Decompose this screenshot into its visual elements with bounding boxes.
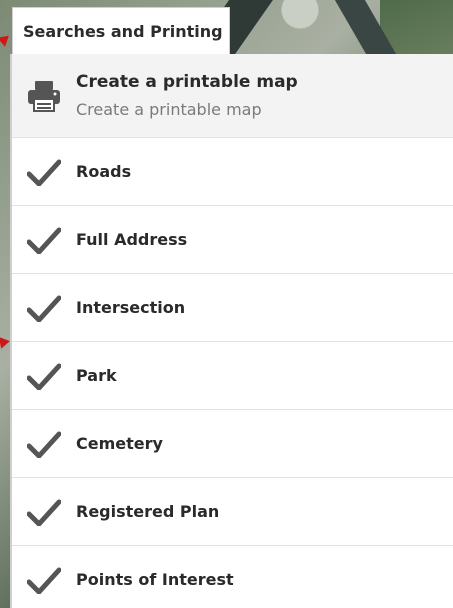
search-item-label: Full Address [76,230,188,249]
search-item-intersection[interactable]: Intersection [12,274,453,342]
checkmark-icon [26,154,62,190]
search-print-panel: Create a printable map Create a printabl… [10,54,453,608]
create-printable-map-subtitle: Create a printable map [76,100,262,119]
printer-icon [26,78,62,114]
search-item-roads[interactable]: Roads [12,138,453,206]
tab-label: Searches and Printing [23,21,223,41]
search-item-label: Roads [76,162,132,181]
search-item-label: Intersection [76,298,186,317]
search-item-cemetery[interactable]: Cemetery [12,410,453,478]
tab-searches-and-printing[interactable]: Searches and Printing [12,7,230,54]
search-item-full-address[interactable]: Full Address [12,206,453,274]
search-item-points-of-interest[interactable]: Points of Interest [12,546,453,608]
checkmark-icon [26,494,62,530]
checkmark-icon [26,426,62,462]
create-printable-map-item[interactable]: Create a printable map Create a printabl… [12,54,453,138]
checkmark-icon [26,358,62,394]
search-item-label: Registered Plan [76,502,220,521]
checkmark-icon [26,222,62,258]
search-item-label: Cemetery [76,434,163,453]
create-printable-map-title: Create a printable map [76,72,298,92]
search-item-registered-plan[interactable]: Registered Plan [12,478,453,546]
checkmark-icon [26,562,62,598]
checkmark-icon [26,290,62,326]
search-item-park[interactable]: Park [12,342,453,410]
search-item-label: Park [76,366,117,385]
search-item-label: Points of Interest [76,570,234,589]
